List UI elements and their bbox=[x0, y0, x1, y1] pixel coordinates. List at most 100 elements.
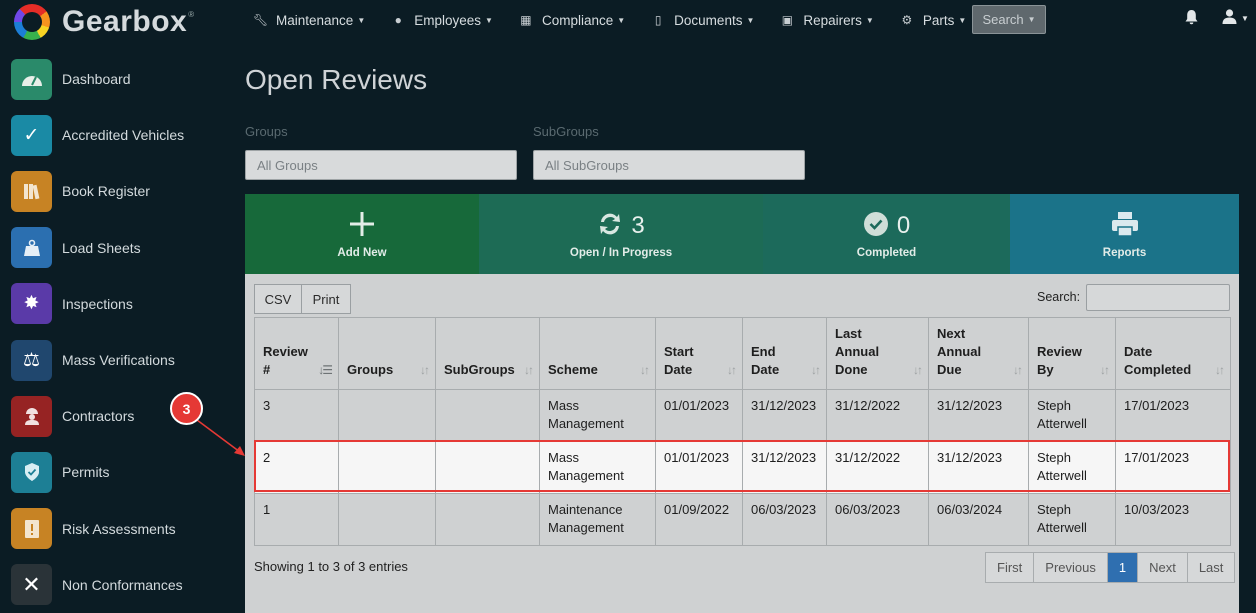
table-row[interactable]: 3 Mass Management 01/01/2023 31/12/2023 … bbox=[254, 389, 1231, 442]
cell-last-annual-done: 06/03/2023 bbox=[826, 493, 929, 546]
brand-trademark: ® bbox=[188, 10, 195, 19]
sort-icon: ↓↑ bbox=[1215, 363, 1225, 377]
sidebar-item-label: Load Sheets bbox=[62, 239, 141, 256]
caret-down-icon: ▼ bbox=[485, 15, 493, 25]
cell-last-annual-done: 31/12/2022 bbox=[826, 441, 929, 494]
page-current[interactable]: 1 bbox=[1107, 553, 1139, 582]
user-icon bbox=[1222, 9, 1237, 27]
cell-scheme: Mass Management bbox=[539, 389, 656, 442]
cell-subgroups bbox=[435, 493, 540, 546]
column-header-label: # bbox=[263, 362, 271, 377]
app-root: Gearbox ® 🔧︎ Maintenance ▼ ● Employees ▼ ▦… bbox=[0, 0, 1256, 613]
col-date-completed[interactable]: Date Completed ↓↑ bbox=[1115, 317, 1231, 390]
column-header-label: Review bbox=[263, 344, 308, 359]
cell-subgroups bbox=[435, 389, 540, 442]
cell-date-completed: 17/01/2023 bbox=[1115, 441, 1231, 494]
tile-open-in-progress[interactable]: 3 Open / In Progress bbox=[479, 194, 763, 274]
tile-reports[interactable]: Reports bbox=[1010, 194, 1239, 274]
nav-employees[interactable]: ● Employees ▼ bbox=[391, 13, 493, 28]
col-start-date[interactable]: Start Date ↓↑ bbox=[655, 317, 743, 390]
sidebar-item-load-sheets[interactable]: Load Sheets bbox=[0, 220, 232, 276]
sort-icon: ↓↑ bbox=[420, 363, 430, 377]
page-last[interactable]: Last bbox=[1188, 553, 1235, 582]
brand-logo[interactable]: Gearbox ® bbox=[14, 4, 194, 40]
nav-label: Repairers bbox=[803, 12, 862, 28]
sort-icon: ↓↑ bbox=[727, 363, 737, 377]
cell-next-annual-due: 31/12/2023 bbox=[928, 389, 1029, 442]
table-row[interactable]: 1 Maintenance Management 01/09/2022 06/0… bbox=[254, 493, 1231, 546]
caret-down-icon: ▼ bbox=[617, 15, 626, 25]
sidebar-item-label: Mass Verifications bbox=[62, 352, 175, 369]
col-review-number[interactable]: Review # ↓☰ bbox=[254, 317, 339, 390]
col-last-annual-done[interactable]: Last Annual Done ↓↑ bbox=[826, 317, 929, 390]
tile-label: Open / In Progress bbox=[569, 247, 673, 259]
sidebar-item-permits[interactable]: Permits bbox=[0, 444, 232, 500]
cell-groups bbox=[338, 441, 436, 494]
worker-icon bbox=[11, 395, 52, 437]
sort-icon: ↓↑ bbox=[1013, 363, 1023, 377]
sidebar-item-non-conformances[interactable]: ✕ Non Conformances bbox=[0, 557, 232, 613]
cell-review-number: 1 bbox=[254, 493, 339, 546]
tile-add-new[interactable]: Add New bbox=[245, 194, 479, 274]
caret-down-icon: ▼ bbox=[958, 15, 967, 25]
sort-icon: ↓↑ bbox=[1100, 363, 1110, 377]
cell-groups bbox=[338, 493, 436, 546]
folder-open-icon: ▯ bbox=[654, 13, 662, 27]
nav-repairers[interactable]: ▣ Repairers ▼ bbox=[780, 12, 874, 28]
col-end-date[interactable]: End Date ↓↑ bbox=[742, 317, 827, 390]
table-search-input[interactable] bbox=[1086, 284, 1230, 311]
nav-compliance[interactable]: ▦ Compliance ▼ bbox=[519, 13, 625, 28]
page-first[interactable]: First bbox=[986, 553, 1035, 582]
column-header-label: End bbox=[751, 344, 776, 359]
col-groups[interactable]: Groups ↓↑ bbox=[338, 317, 436, 390]
column-header-label: Date bbox=[1124, 344, 1153, 359]
badge-icon: ✸ bbox=[11, 283, 52, 325]
table-header-row: Review # ↓☰ Groups ↓↑ SubGroups ↓↑ Scheme ↓↑ … bbox=[254, 317, 1231, 390]
sidebar-item-risk-assessments[interactable]: Risk Assessments bbox=[0, 501, 232, 557]
table-row-highlighted[interactable]: 2 Mass Management 01/01/2023 31/12/2023 … bbox=[254, 441, 1231, 494]
col-review-by[interactable]: Review By ↓↑ bbox=[1028, 317, 1116, 390]
gear-icon: ⚙ bbox=[901, 13, 913, 27]
sidebar-item-dashboard[interactable]: Dashboard bbox=[0, 51, 232, 107]
books-icon bbox=[11, 170, 52, 212]
nav-search-button[interactable]: Search ▼ bbox=[972, 5, 1046, 34]
caret-down-icon: ▼ bbox=[865, 15, 874, 25]
sidebar-item-accredited-vehicles[interactable]: ✓ Accredited Vehicles bbox=[0, 107, 232, 163]
caret-down-icon: ▼ bbox=[357, 15, 366, 25]
sort-icon: ↓↑ bbox=[913, 363, 923, 377]
step-badge: 3 bbox=[170, 392, 203, 425]
user-menu[interactable]: ▼ bbox=[1222, 9, 1249, 27]
nav-documents[interactable]: ▯ Documents ▼ bbox=[651, 13, 755, 28]
page-next[interactable]: Next bbox=[1138, 553, 1188, 582]
sidebar-item-label: Book Register bbox=[62, 183, 150, 200]
col-scheme[interactable]: Scheme ↓↑ bbox=[539, 317, 656, 390]
nav-maintenance[interactable]: 🔧︎ Maintenance ▼ bbox=[253, 13, 365, 28]
column-header-label: SubGroups bbox=[444, 362, 515, 377]
sidebar-item-book-register[interactable]: Book Register bbox=[0, 163, 232, 219]
sidebar-item-inspections[interactable]: ✸ Inspections bbox=[0, 276, 232, 332]
bell-icon[interactable] bbox=[1185, 10, 1198, 28]
caret-down-icon: ▼ bbox=[746, 15, 755, 25]
reviews-table: Review # ↓☰ Groups ↓↑ SubGroups ↓↑ Scheme ↓↑ … bbox=[254, 317, 1231, 546]
page-previous[interactable]: Previous bbox=[1034, 553, 1108, 582]
tile-label: Reports bbox=[1102, 247, 1147, 259]
subgroups-select[interactable]: All SubGroups bbox=[533, 150, 805, 180]
sidebar-item-label: Inspections bbox=[62, 295, 133, 312]
open-count: 3 bbox=[631, 212, 645, 239]
cell-end-date: 06/03/2023 bbox=[742, 493, 827, 546]
tile-completed[interactable]: 0 Completed bbox=[763, 194, 1010, 274]
sidebar-item-label: Accredited Vehicles bbox=[62, 127, 185, 144]
plus-icon bbox=[349, 211, 375, 242]
col-next-annual-due[interactable]: Next Annual Due ↓↑ bbox=[928, 317, 1029, 390]
groups-select[interactable]: All Groups bbox=[245, 150, 517, 180]
cell-start-date: 01/01/2023 bbox=[655, 389, 743, 442]
nav-label: Compliance bbox=[541, 12, 614, 28]
print-button[interactable]: Print bbox=[301, 284, 351, 314]
col-subgroups[interactable]: SubGroups ↓↑ bbox=[435, 317, 540, 390]
csv-button[interactable]: CSV bbox=[254, 284, 302, 314]
column-header-label: Review bbox=[1037, 344, 1082, 359]
sidebar-item-mass-verifications[interactable]: ⚖ Mass Verifications bbox=[0, 332, 232, 388]
cell-next-annual-due: 06/03/2024 bbox=[928, 493, 1029, 546]
sort-desc-icon: ↓☰ bbox=[318, 363, 333, 377]
nav-parts[interactable]: ⚙ Parts ▼ bbox=[900, 13, 966, 28]
